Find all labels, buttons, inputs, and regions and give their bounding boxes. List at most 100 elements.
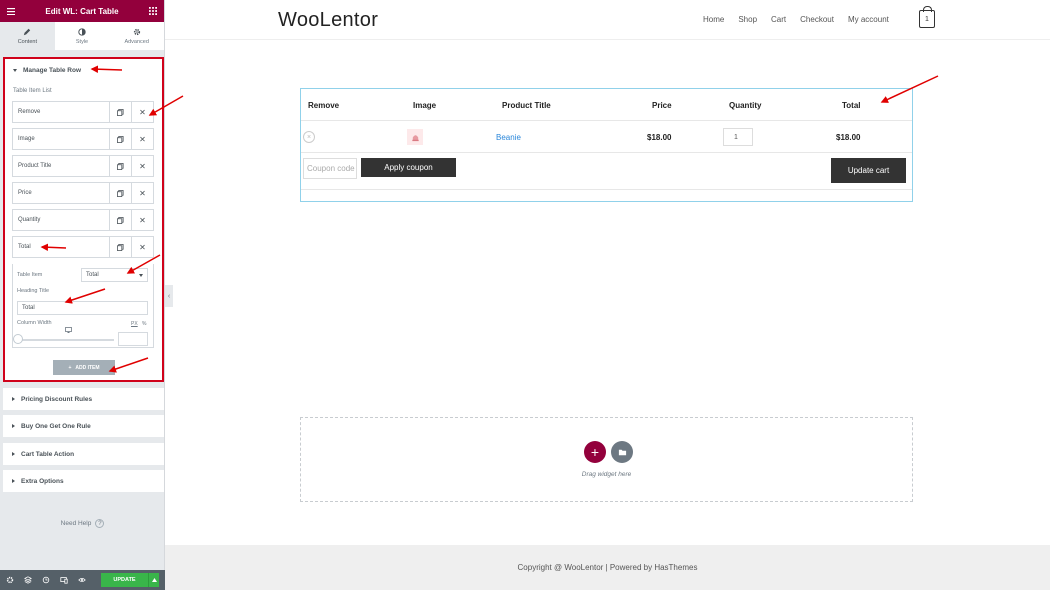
duplicate-icon[interactable] [109,210,131,230]
section-pricing-discount-rules[interactable]: Pricing Discount Rules [3,388,164,410]
panel-footer: UPDATE [0,570,165,590]
heading-title-value: Total [22,305,35,311]
unit-percent-toggle[interactable]: % [142,321,146,327]
hamburger-icon[interactable] [7,2,15,20]
add-section-button[interactable]: + [584,441,606,463]
duplicate-icon[interactable] [109,156,131,176]
manage-table-row-section: Manage Table Row Table Item List Remove … [3,57,164,382]
remove-item-icon[interactable]: × [303,131,315,143]
duplicate-icon[interactable] [109,102,131,122]
column-width-label: Column Width [17,320,52,326]
add-item-label: ADD ITEM [75,364,100,371]
chevron-down-icon [139,273,143,277]
half-circle-icon [78,27,86,36]
template-library-button[interactable] [611,441,633,463]
quantity-input[interactable]: 1 [723,128,753,146]
table-row: × Beanie $18.00 1 $18.00 [301,121,912,153]
caret-up-icon[interactable] [148,573,159,587]
column-width-input[interactable] [118,332,148,346]
product-name-link[interactable]: Beanie [496,121,521,153]
table-header-row: Remove Image Product Title Price Quantit… [301,89,912,121]
repeater-item-product-title[interactable]: Product Title ✕ [12,155,154,177]
section-title: Manage Table Row [23,66,82,74]
slider-handle[interactable] [13,334,23,344]
cart-count: 1 [925,15,929,23]
repeater-item-price[interactable]: Price ✕ [12,182,154,204]
gear-icon [133,28,140,35]
table-item-list-label: Table Item List [13,88,52,94]
close-icon[interactable]: ✕ [131,237,153,257]
coupon-code-input[interactable]: Coupon code [303,158,357,179]
close-icon[interactable]: ✕ [131,210,153,230]
cart-divider [301,189,912,190]
repeater-item-label: Image [18,136,35,142]
section-label: Pricing Discount Rules [21,395,93,403]
eye-icon[interactable] [76,575,87,586]
beanie-icon [411,134,419,141]
section-buy-one-get-one-rule[interactable]: Buy One Get One Rule [3,415,164,437]
plus-icon: + [590,444,600,460]
section-label: Extra Options [21,477,64,485]
close-icon[interactable]: ✕ [131,183,153,203]
panel-tabs: Content Style Advanced [0,22,164,51]
tab-advanced[interactable]: Advanced [109,22,164,50]
plus-icon: + [68,364,72,371]
responsive-icon[interactable] [58,575,69,586]
tab-content[interactable]: Content [0,22,55,50]
nav-cart[interactable]: Cart [771,15,786,24]
empty-section-dropzone[interactable]: + Drag widget here [300,417,913,502]
repeater-item-label: Quantity [18,217,41,223]
duplicate-icon[interactable] [109,183,131,203]
repeater-item-editor: Table Item Total Heading Title Total Col… [12,264,154,348]
caret-right-icon [12,424,15,428]
caret-down-icon [13,68,17,72]
editor-panel: Edit WL: Cart Table Content Style Advanc… [0,0,165,590]
update-button[interactable]: UPDATE [101,573,148,587]
section-header[interactable]: Manage Table Row [5,59,162,81]
repeater-item-remove[interactable]: Remove ✕ [12,101,154,123]
product-price: $18.00 [647,132,672,142]
close-icon[interactable]: ✕ [131,129,153,149]
nav-my-account[interactable]: My account [848,15,889,24]
table-item-select-value: Total [86,272,99,278]
product-thumbnail[interactable] [407,129,423,145]
update-cart-button[interactable]: Update cart [831,158,906,183]
apply-coupon-button[interactable]: Apply coupon [361,158,456,177]
shopping-bag-icon[interactable]: 1 [919,6,935,28]
duplicate-icon[interactable] [109,129,131,149]
nav-shop[interactable]: Shop [738,15,757,24]
widgets-grid-icon[interactable] [149,2,157,20]
unit-px-toggle[interactable]: PX [131,321,138,327]
repeater-item-image[interactable]: Image ✕ [12,128,154,150]
heading-title-label: Heading Title [17,288,50,294]
need-help-link[interactable]: Need Help ? [0,519,165,528]
history-icon[interactable] [40,575,51,586]
table-item-select[interactable]: Total [81,268,148,282]
column-width-slider[interactable] [18,339,114,341]
cart-table-widget[interactable]: Remove Image Product Title Price Quantit… [300,88,913,202]
desktop-icon[interactable] [65,320,72,338]
header-divider [165,39,1050,40]
repeater-item-total[interactable]: Total ✕ [12,236,154,258]
tab-style[interactable]: Style [55,22,110,50]
section-label: Buy One Get One Rule [21,422,91,430]
caret-right-icon [12,397,15,401]
settings-icon[interactable] [4,575,15,586]
panel-collapse-toggle[interactable]: ‹ [165,285,173,307]
pencil-icon [24,28,31,35]
repeater-item-quantity[interactable]: Quantity ✕ [12,209,154,231]
close-icon[interactable]: ✕ [131,102,153,122]
repeater-item-label: Price [18,190,32,196]
navigator-icon[interactable] [22,575,33,586]
section-cart-table-action[interactable]: Cart Table Action [3,443,164,465]
table-item-label: Table Item [17,272,43,278]
site-logo[interactable]: WooLentor [278,9,378,32]
duplicate-icon[interactable] [109,237,131,257]
nav-checkout[interactable]: Checkout [800,15,834,24]
add-item-button[interactable]: + ADD ITEM [53,360,115,375]
nav-home[interactable]: Home [703,15,724,24]
caret-right-icon [12,479,15,483]
section-extra-options[interactable]: Extra Options [3,470,164,492]
heading-title-input[interactable]: Total [17,301,148,315]
close-icon[interactable]: ✕ [131,156,153,176]
